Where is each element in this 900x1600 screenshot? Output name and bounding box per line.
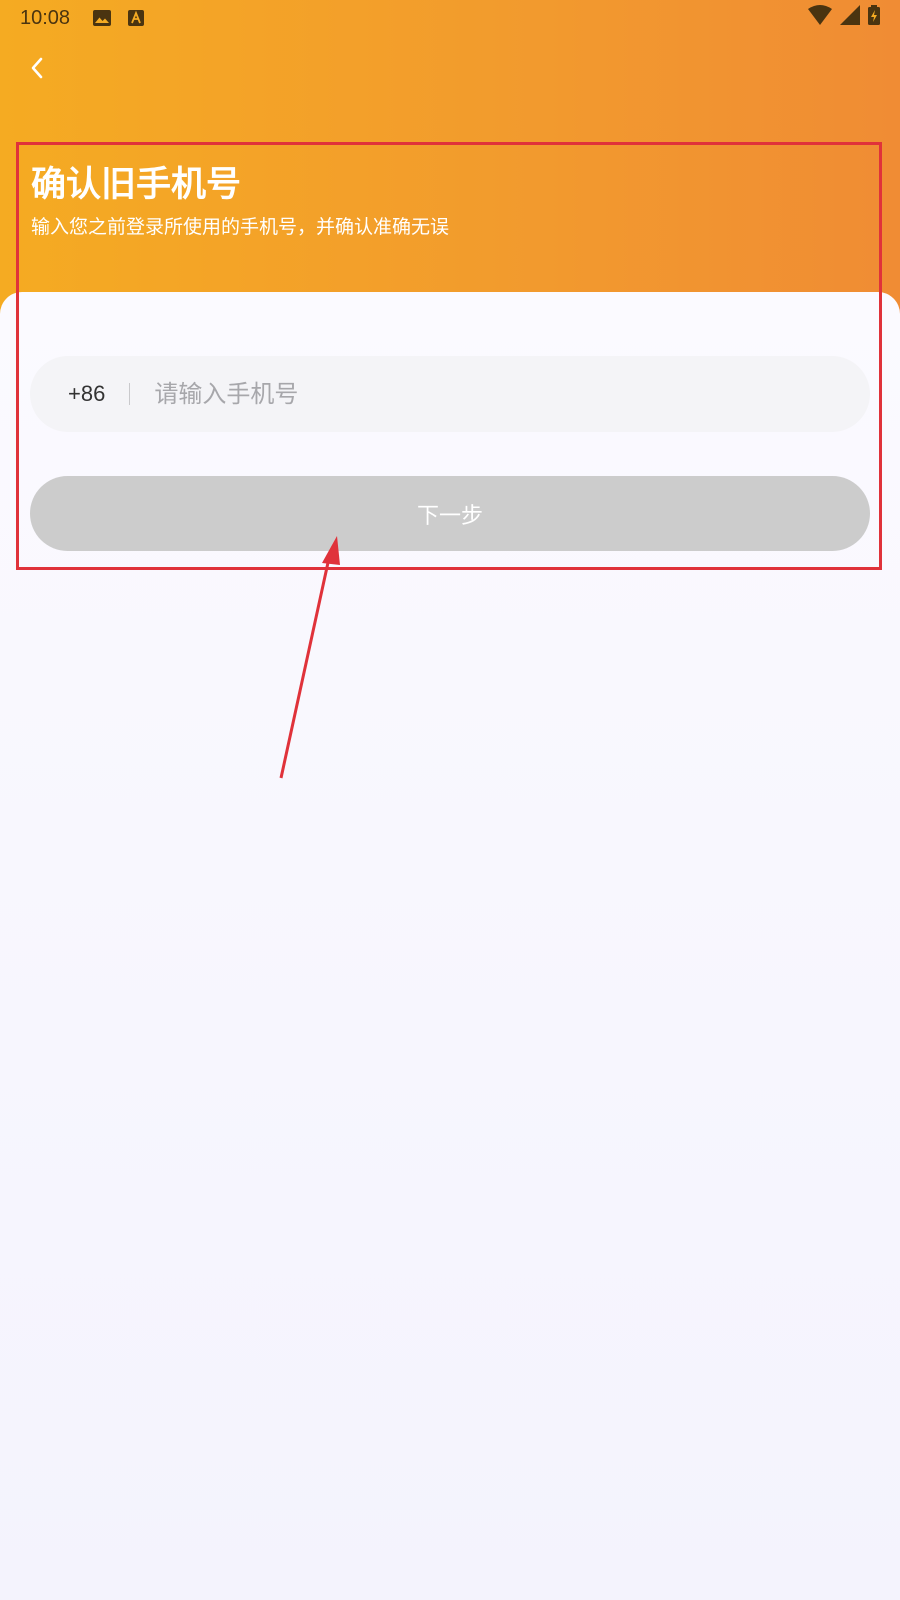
field-divider bbox=[129, 383, 131, 405]
next-step-button[interactable]: 下一步 bbox=[30, 476, 870, 551]
country-code[interactable]: +86 bbox=[68, 381, 105, 407]
page-title: 确认旧手机号 bbox=[31, 165, 242, 205]
phone-field[interactable]: +86 bbox=[30, 356, 870, 432]
signal-icon bbox=[840, 5, 860, 31]
status-bar: 10:08 bbox=[0, 0, 900, 36]
wifi-icon bbox=[808, 5, 832, 31]
back-button[interactable] bbox=[22, 52, 52, 88]
page-subtitle: 输入您之前登录所使用的手机号，并确认准确无误 bbox=[31, 216, 450, 238]
status-right-icons bbox=[808, 5, 880, 31]
chevron-left-icon bbox=[30, 56, 44, 84]
phone-input[interactable] bbox=[154, 356, 870, 432]
battery-charging-icon bbox=[868, 5, 880, 31]
text-a-icon bbox=[126, 8, 146, 28]
image-icon bbox=[92, 8, 112, 28]
status-time: 10:08 bbox=[20, 6, 71, 29]
